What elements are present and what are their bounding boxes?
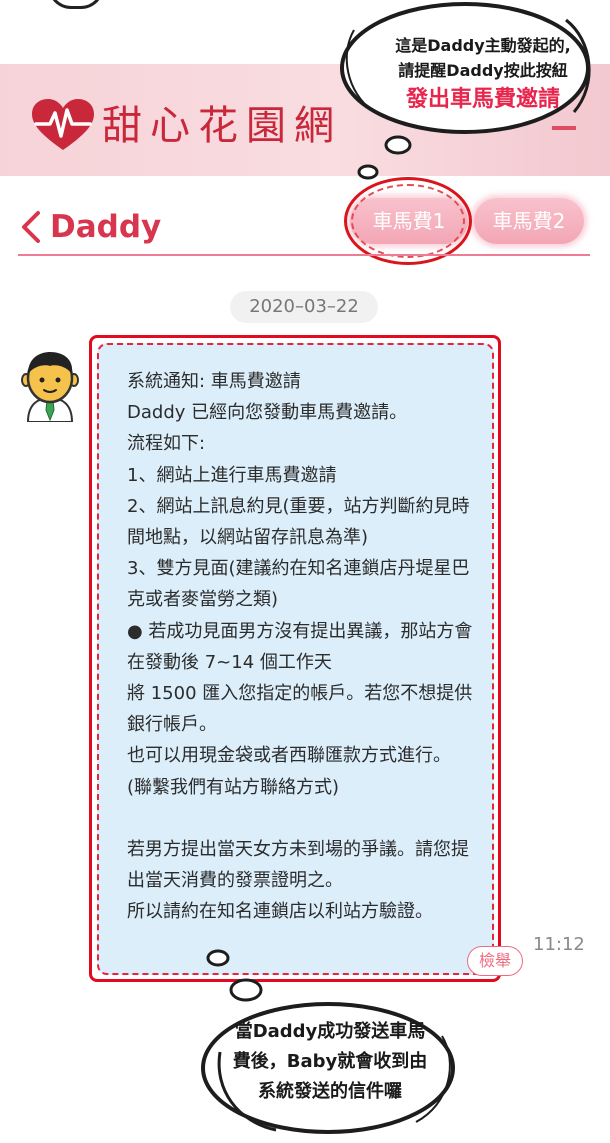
callout-top: 這是Daddy主動發起的, 請提醒Daddy按此按紐 發出車馬費邀請 [370, 33, 596, 117]
callout-bottom-line2: 費後，Baby就會收到由 [232, 1051, 428, 1072]
nav-divider [18, 254, 590, 256]
callout-top-line1: 這是Daddy主動發起的, [395, 36, 571, 55]
callout-top-highlight: 發出車馬費邀請 [405, 87, 560, 112]
fare-invite-button-2[interactable]: 車馬費2 [474, 198, 584, 244]
callout-fragment-top [48, 0, 104, 9]
conversation-title: Daddy [50, 209, 162, 245]
message-timestamp: 11:12 [533, 934, 585, 955]
callout-top-line2: 請提醒Daddy按此按紐 [398, 61, 568, 80]
date-separator: 2020–03–22 [230, 291, 378, 323]
callout-bottom: 當Daddy成功發送車馬 費後，Baby就會收到由 系統發送的信件囉 [220, 1017, 440, 1107]
person-avatar-icon[interactable] [20, 350, 80, 422]
heart-pulse-icon [32, 99, 94, 150]
chevron-left-icon[interactable] [16, 207, 44, 247]
callout-bottom-line3: 系統發送的信件囉 [258, 1081, 402, 1102]
callout-bottom-line1: 當Daddy成功發送車馬 [234, 1021, 426, 1042]
site-logo-text: 甜心花園網 [102, 103, 342, 149]
system-notification-text: 系統通知: 車馬費邀請 Daddy 已經向您發動車馬費邀請。 流程如下: 1、網… [127, 371, 473, 923]
